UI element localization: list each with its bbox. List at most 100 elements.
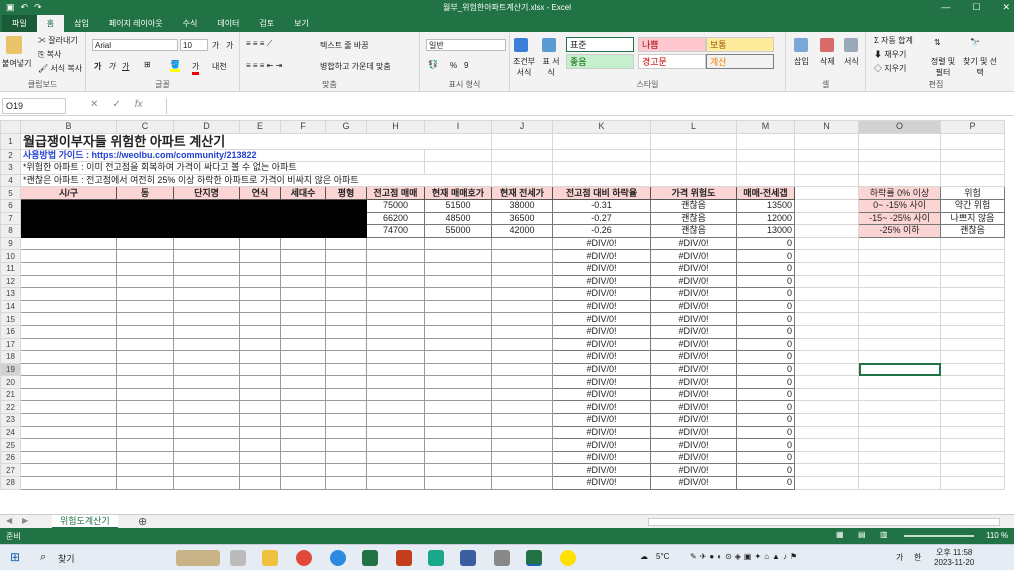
cell[interactable] <box>173 387 240 402</box>
cell[interactable] <box>794 425 859 440</box>
cell[interactable] <box>424 287 492 301</box>
cell[interactable] <box>366 299 425 314</box>
cell[interactable] <box>239 362 281 377</box>
cell[interactable] <box>325 425 367 440</box>
price-gap[interactable]: 13000 <box>736 224 795 238</box>
style-normal[interactable]: 표준 <box>566 37 634 52</box>
cell[interactable] <box>858 274 941 289</box>
cell[interactable] <box>424 274 492 289</box>
taskbar-search-label[interactable]: 찾기 <box>58 552 75 565</box>
cell[interactable] <box>794 299 859 314</box>
cell[interactable] <box>858 324 941 339</box>
table-header[interactable]: 평형 <box>325 186 367 200</box>
add-sheet-icon[interactable]: ⊕ <box>138 515 147 528</box>
cell[interactable] <box>280 274 326 289</box>
cell[interactable] <box>794 211 859 226</box>
column-header-M[interactable]: M <box>736 120 795 134</box>
tab-data[interactable]: 데이터 <box>207 15 249 32</box>
cell[interactable] <box>424 312 492 326</box>
cell[interactable] <box>239 375 281 389</box>
cell[interactable] <box>325 337 367 352</box>
price-gap[interactable]: 0 <box>736 400 795 415</box>
currency-icon[interactable]: 💱 <box>428 60 438 69</box>
cell[interactable] <box>858 476 941 490</box>
cell[interactable] <box>280 299 326 314</box>
price-gap[interactable]: 0 <box>736 362 795 377</box>
cell[interactable] <box>173 287 240 301</box>
cell[interactable] <box>239 324 281 339</box>
cell[interactable] <box>20 274 117 289</box>
bold-button[interactable]: 가 <box>94 61 101 72</box>
cell[interactable] <box>940 375 1005 389</box>
page-break-view-icon[interactable]: ▥ <box>880 530 888 539</box>
find-select-button[interactable]: 찾기 및 선택 <box>962 56 998 78</box>
row-header[interactable]: 16 <box>0 324 21 339</box>
cell[interactable] <box>491 476 553 490</box>
cell[interactable] <box>794 274 859 289</box>
column-header-J[interactable]: J <box>491 120 553 134</box>
wrap-text-button[interactable]: 텍스트 줄 바꿈 <box>320 40 369 51</box>
legend-range[interactable]: 0~ -15% 사이 <box>858 198 941 213</box>
font-name-combo[interactable]: Arial <box>92 39 178 51</box>
cell[interactable] <box>116 324 174 339</box>
style-warning[interactable]: 경고문 <box>638 54 706 69</box>
table-header[interactable]: 현재 전세가 <box>491 186 553 200</box>
cell[interactable] <box>20 387 117 402</box>
cell[interactable] <box>858 400 941 415</box>
cell[interactable] <box>794 287 859 301</box>
cell[interactable] <box>173 324 240 339</box>
cell[interactable] <box>794 438 859 452</box>
asking-price[interactable]: 48500 <box>424 211 492 226</box>
row-header[interactable]: 12 <box>0 274 21 289</box>
format-cells-button[interactable]: 서식 <box>844 56 859 67</box>
clear-button[interactable]: ◇ 지우기 <box>874 63 906 74</box>
row-header[interactable]: 5 <box>0 186 21 200</box>
price-gap[interactable]: 13500 <box>736 198 795 213</box>
shrink-font-button[interactable]: 가 <box>226 40 233 51</box>
risk-level[interactable]: #DIV/0! <box>650 387 737 402</box>
cell[interactable] <box>424 387 492 402</box>
cell[interactable] <box>794 312 859 326</box>
cell[interactable] <box>491 350 553 364</box>
row-header[interactable]: 2 <box>0 148 21 163</box>
cell[interactable] <box>424 450 492 465</box>
drop-rate[interactable]: #DIV/0! <box>552 350 651 364</box>
cell[interactable] <box>366 413 425 427</box>
jeonse-price[interactable]: 38000 <box>491 198 553 213</box>
cell[interactable] <box>173 413 240 427</box>
cell[interactable] <box>280 324 326 339</box>
cell[interactable] <box>940 450 1005 465</box>
cell[interactable] <box>491 425 553 440</box>
cell[interactable] <box>20 463 117 478</box>
font-size-combo[interactable]: 10 <box>180 39 208 51</box>
price-gap[interactable]: 0 <box>736 299 795 314</box>
drop-rate[interactable]: #DIV/0! <box>552 425 651 440</box>
risk-level[interactable]: #DIV/0! <box>650 299 737 314</box>
cell[interactable] <box>858 375 941 389</box>
cell[interactable] <box>325 312 367 326</box>
redacted-cell[interactable] <box>325 211 367 226</box>
cell[interactable] <box>552 148 651 163</box>
cell[interactable] <box>424 375 492 389</box>
price-gap[interactable]: 0 <box>736 324 795 339</box>
risk-level[interactable]: #DIV/0! <box>650 249 737 263</box>
redacted-cell[interactable] <box>239 211 281 226</box>
cell[interactable] <box>491 261 553 276</box>
column-header-I[interactable]: I <box>424 120 492 134</box>
cell[interactable] <box>794 324 859 339</box>
cell[interactable] <box>116 413 174 427</box>
cell[interactable] <box>794 198 859 213</box>
cell[interactable] <box>239 438 281 452</box>
cell[interactable] <box>366 236 425 251</box>
cell[interactable] <box>940 132 1005 150</box>
format-table-button[interactable]: 표 서식 <box>540 56 562 78</box>
drop-rate[interactable]: #DIV/0! <box>552 450 651 465</box>
cell[interactable] <box>940 476 1005 490</box>
cell[interactable] <box>280 400 326 415</box>
cell[interactable] <box>491 387 553 402</box>
cell[interactable] <box>20 413 117 427</box>
row-header[interactable]: 14 <box>0 299 21 314</box>
drop-rate[interactable]: #DIV/0! <box>552 274 651 289</box>
redacted-cell[interactable] <box>239 198 281 213</box>
price-gap[interactable]: 0 <box>736 249 795 263</box>
